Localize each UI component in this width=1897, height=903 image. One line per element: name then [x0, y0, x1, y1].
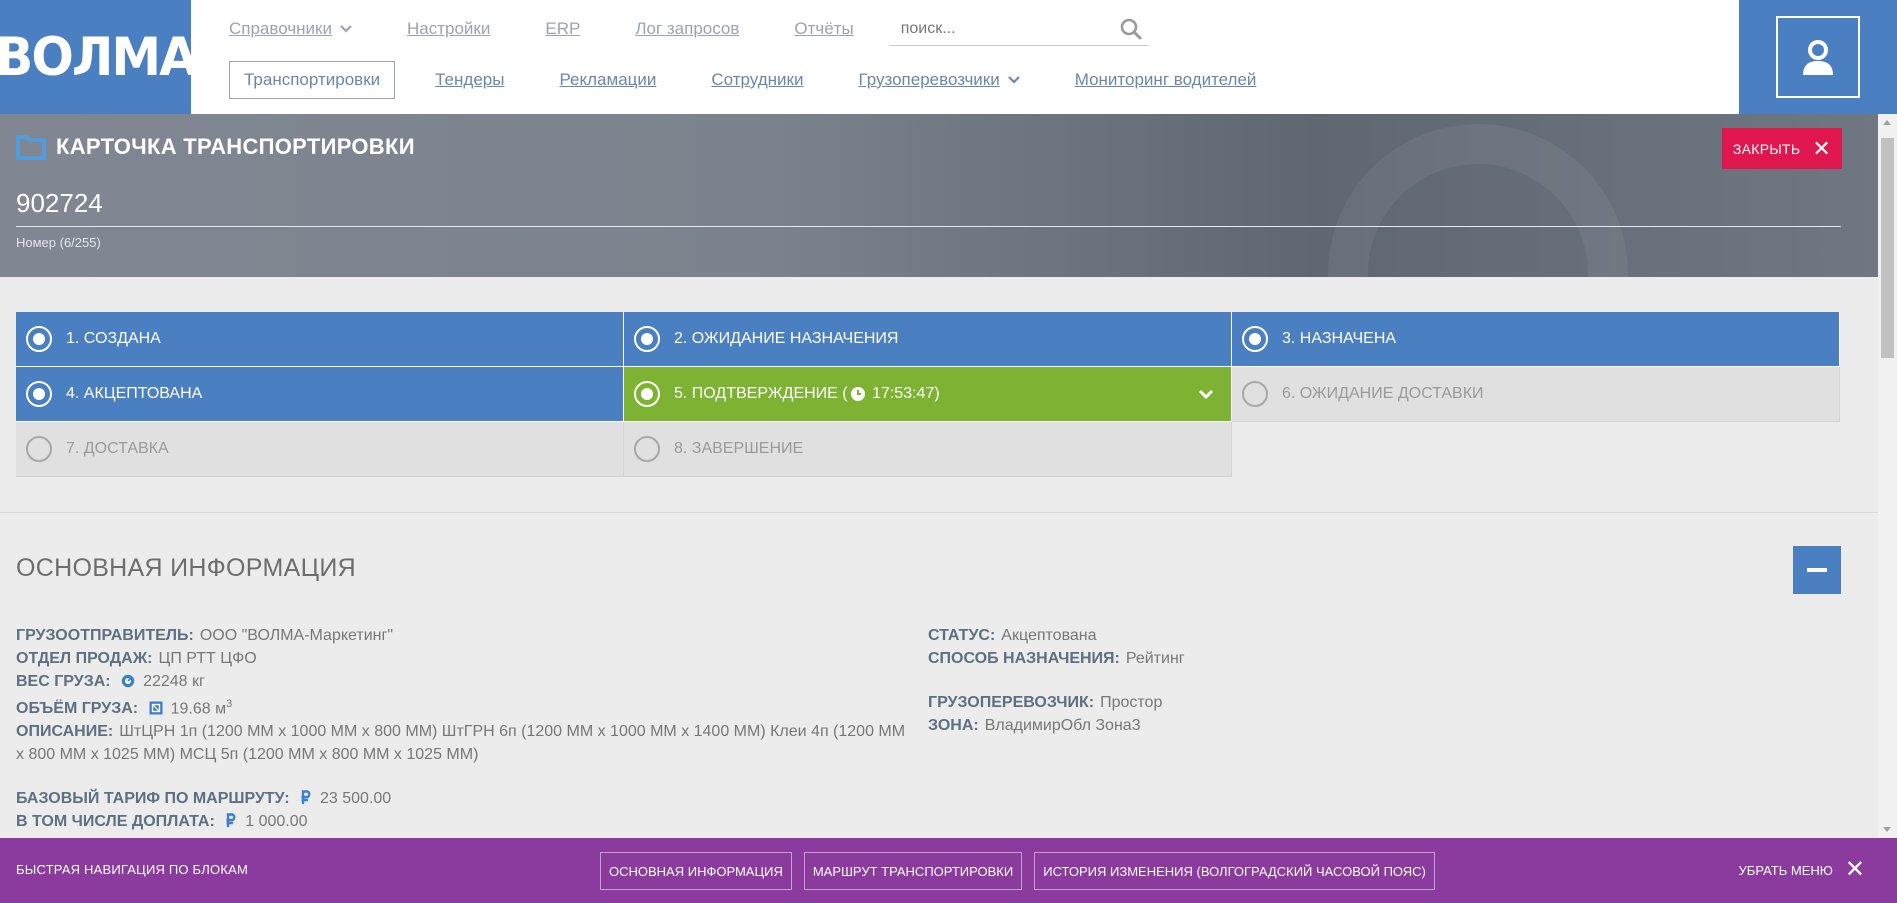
radio-empty-icon — [1242, 381, 1268, 407]
card-banner: КАРТОЧКА ТРАНСПОРТИРОВКИ ЗАКРЫТЬ ✕ 90272… — [0, 114, 1878, 277]
radio-checked-icon — [26, 326, 52, 352]
nav-link-reports[interactable]: Отчёты — [794, 19, 853, 39]
search-input[interactable] — [888, 19, 1119, 38]
nav-link-directories[interactable]: Справочники — [229, 19, 352, 39]
nav-link-transportations[interactable]: Транспортировки — [229, 61, 396, 99]
radio-checked-icon — [1242, 326, 1268, 352]
zone-row: ЗОНА: ВладимирОбл Зона3 — [928, 717, 1141, 734]
nav-top: Справочники Настройки ERP Лог запросов О… — [229, 12, 1149, 46]
status-step-3[interactable]: 3. НАЗНАЧЕНА — [1232, 312, 1840, 367]
base-tariff-row: БАЗОВЫЙ ТАРИФ ПО МАРШРУТУ: 23 500.00 — [16, 790, 392, 808]
status-step-8[interactable]: 8. ЗАВЕРШЕНИЕ — [624, 422, 1232, 477]
status-step-2[interactable]: 2. ОЖИДАНИЕ НАЗНАЧЕНИЯ — [624, 312, 1232, 367]
info-left-column: ГРУЗООТПРАВИТЕЛЬ: ООО "ВОЛМА-Маркетинг" О… — [16, 624, 906, 833]
quick-nav-buttons: ОСНОВНАЯ ИНФОРМАЦИЯ МАРШРУТ ТРАНСПОРТИРО… — [600, 852, 1435, 890]
top-header: ВОЛМА Справочники Настройки ERP Лог запр… — [0, 0, 1897, 114]
status-step-5[interactable]: 5. ПОДТВЕРЖДЕНИЕ ( 17:53:47) — [624, 367, 1232, 422]
sales-dept-row: ОТДЕЛ ПРОДАЖ: ЦП РТТ ЦФО — [16, 650, 257, 667]
description-row: ОПИСАНИЕ: ШтЦРН 1п (1200 ММ х 1000 ММ х 8… — [16, 723, 906, 764]
scroll-up-icon[interactable] — [1883, 120, 1891, 125]
quick-nav-label: БЫСТРАЯ НАВИГАЦИЯ ПО БЛОКАМ — [16, 862, 248, 877]
nav-link-erp[interactable]: ERP — [545, 19, 580, 39]
radio-empty-icon — [26, 436, 52, 462]
surcharge-row: В ТОМ ЧИСЛЕ ДОПЛАТА: 1 000.00 — [16, 813, 308, 831]
close-button[interactable]: ЗАКРЫТЬ ✕ — [1722, 128, 1842, 169]
chevron-down-icon — [1007, 76, 1020, 84]
chevron-down-icon[interactable] — [1197, 385, 1215, 403]
nav-link-employees[interactable]: Сотрудники — [711, 70, 803, 90]
cube-icon — [149, 701, 163, 715]
status-step-7[interactable]: 7. ДОСТАВКА — [16, 422, 624, 477]
carrier-row: ГРУЗОПЕРЕВОЗЧИК: Простор — [928, 694, 1163, 711]
status-steps: 1. СОЗДАНА 2. ОЖИДАНИЕ НАЗНАЧЕНИЯ 3. НАЗ… — [16, 312, 1841, 477]
scrollbar-thumb[interactable] — [1881, 138, 1894, 358]
nav-link-tenders[interactable]: Тендеры — [435, 70, 504, 90]
shipper-row: ГРУЗООТПРАВИТЕЛЬ: ООО "ВОЛМА-Маркетинг" — [16, 627, 394, 644]
nav-link-settings[interactable]: Настройки — [407, 19, 490, 39]
quick-nav-route[interactable]: МАРШРУТ ТРАНСПОРТИРОВКИ — [803, 852, 1023, 890]
quick-nav-history[interactable]: ИСТОРИЯ ИЗМЕНЕНИЯ (ВОЛГОГРАДСКИЙ ЧАСОВОЙ… — [1034, 852, 1435, 890]
nav-link-claims[interactable]: Рекламации — [559, 70, 656, 90]
minus-icon — [1807, 568, 1827, 572]
status-row: СТАТУС: Акцептована — [928, 627, 1097, 644]
radio-checked-icon — [634, 381, 660, 407]
folder-icon — [16, 135, 46, 160]
radio-checked-icon — [26, 381, 52, 407]
weight-row: ВЕС ГРУЗА: 22248 кг — [16, 673, 205, 690]
search-box — [888, 12, 1149, 46]
radio-checked-icon — [634, 326, 660, 352]
close-icon: ✕ — [1812, 135, 1832, 161]
clock-icon — [850, 386, 865, 401]
hide-menu-button[interactable]: УБРАТЬ МЕНЮ ✕ — [1739, 856, 1865, 883]
card-title: КАРТОЧКА ТРАНСПОРТИРОВКИ — [16, 134, 415, 160]
status-step-6[interactable]: 6. ОЖИДАНИЕ ДОСТАВКИ — [1232, 367, 1840, 422]
number-hint: Номер (6/255) — [16, 235, 101, 250]
logo[interactable]: ВОЛМА — [0, 0, 198, 114]
chevron-down-icon — [340, 25, 352, 33]
volume-row: ОБЪЁМ ГРУЗА: 19.68 м3 — [16, 698, 233, 718]
status-step-4[interactable]: 4. АКЦЕПТОВАНА — [16, 367, 624, 422]
user-menu[interactable] — [1739, 0, 1897, 114]
search-icon[interactable] — [1119, 17, 1143, 41]
ruble-icon — [226, 813, 236, 828]
nav-link-carriers[interactable]: Грузоперевозчики — [858, 70, 1020, 90]
section-title-main-info: ОСНОВНАЯ ИНФОРМАЦИЯ — [16, 554, 356, 582]
nav-bottom: Транспортировки Тендеры Рекламации Сотру… — [229, 60, 1311, 100]
weight-icon — [121, 674, 135, 688]
number-field[interactable]: 902724 — [16, 188, 103, 219]
close-icon: ✕ — [1844, 856, 1865, 883]
quick-nav-main-info[interactable]: ОСНОВНАЯ ИНФОРМАЦИЯ — [600, 852, 792, 890]
logo-text: ВОЛМА — [0, 26, 198, 88]
info-right-column: СТАТУС: Акцептована СПОСОБ НАЗНАЧЕНИЯ: Рей… — [928, 624, 1428, 737]
nav-link-request-log[interactable]: Лог запросов — [635, 19, 739, 39]
status-step-1[interactable]: 1. СОЗДАНА — [16, 312, 624, 367]
radio-empty-icon — [634, 436, 660, 462]
collapse-button[interactable] — [1793, 546, 1841, 594]
ruble-icon — [301, 790, 311, 805]
quick-nav-bar: БЫСТРАЯ НАВИГАЦИЯ ПО БЛОКАМ ОСНОВНАЯ ИНФ… — [0, 838, 1897, 903]
scrollbar[interactable] — [1878, 114, 1897, 838]
user-icon — [1803, 40, 1833, 75]
assign-method-row: СПОСОБ НАЗНАЧЕНИЯ: Рейтинг — [928, 650, 1185, 667]
scroll-down-icon[interactable] — [1883, 827, 1891, 832]
avatar[interactable] — [1776, 16, 1860, 98]
nav-link-driver-monitoring[interactable]: Мониторинг водителей — [1075, 70, 1257, 90]
